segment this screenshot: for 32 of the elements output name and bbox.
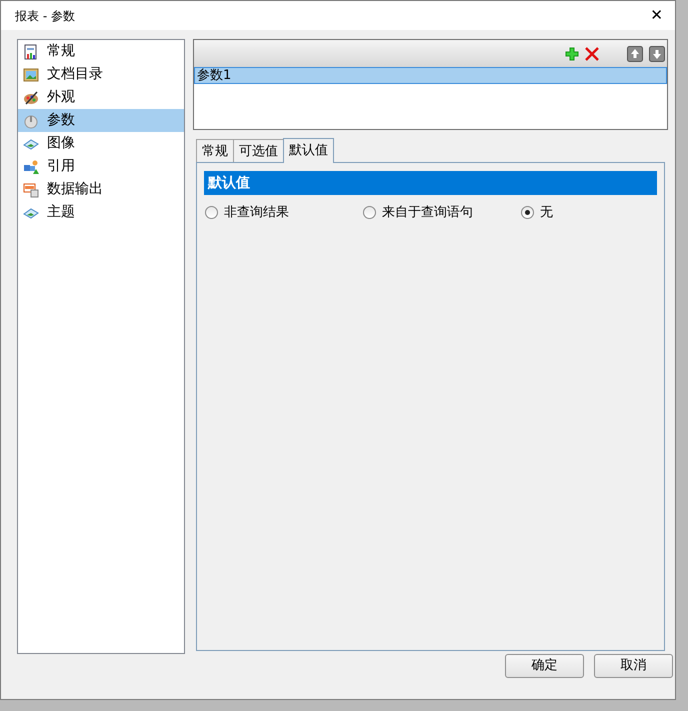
radio-button[interactable] [205, 206, 218, 220]
sidebar-item[interactable]: 常规 [18, 40, 184, 64]
radio-label: 非查询结果 [224, 204, 289, 222]
sidebar-item[interactable]: 外观 [18, 86, 184, 110]
sidebar-item[interactable]: 主题 [18, 201, 184, 224]
tab[interactable]: 默认值 [283, 138, 334, 164]
window-title: 报表 - 参数 [15, 8, 76, 25]
sidebar-item[interactable]: 引用 [18, 155, 184, 178]
export-icon [23, 182, 39, 198]
image-icon [23, 66, 39, 83]
dialog-button[interactable]: 取消 [594, 654, 673, 678]
radio-button[interactable] [363, 206, 376, 220]
radio-label: 来自于查询语句 [382, 204, 473, 222]
sidebar-item[interactable]: 文档目录 [18, 63, 184, 86]
move-up-icon[interactable] [627, 46, 643, 62]
close-button[interactable]: ✕ [646, 8, 667, 24]
add-icon[interactable] [565, 46, 579, 61]
radio-button[interactable] [521, 206, 534, 220]
cubes-icon [23, 158, 39, 175]
sidebar-item[interactable]: 参数 [18, 109, 184, 132]
dialog-button[interactable]: 确定 [505, 654, 584, 678]
section-heading: 默认值 [204, 171, 657, 196]
sidebar-item[interactable]: 图像 [18, 132, 184, 156]
knob-icon [23, 112, 39, 129]
list-row[interactable]: 参数1 [194, 67, 667, 84]
tab[interactable]: 常规 [196, 139, 234, 164]
sidebar-item[interactable]: 数据输出 [18, 178, 184, 202]
document-icon [23, 44, 39, 60]
delete-icon[interactable] [585, 46, 599, 61]
radio-label: 无 [540, 204, 553, 222]
move-down-icon[interactable] [649, 46, 665, 62]
palette-icon [23, 90, 39, 106]
